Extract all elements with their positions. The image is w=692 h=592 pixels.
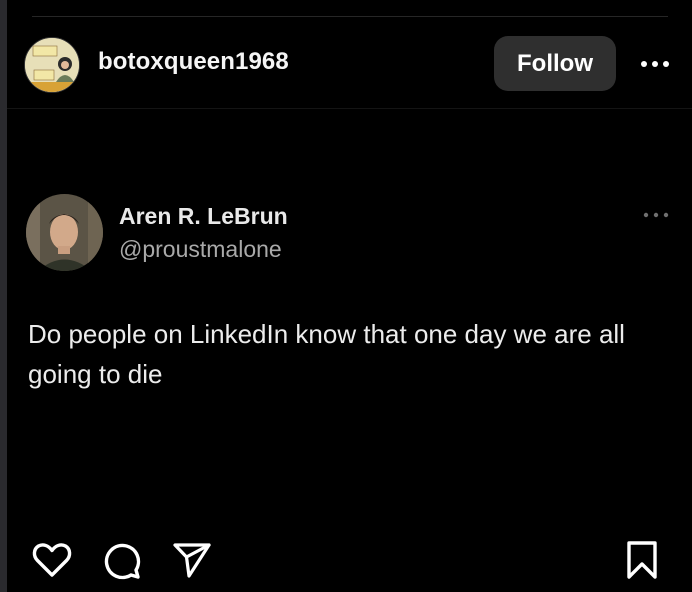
post-username[interactable]: botoxqueen1968 <box>98 48 289 76</box>
post-author-avatar[interactable] <box>24 37 80 93</box>
bookmark-icon[interactable] <box>622 540 662 580</box>
follow-button[interactable]: Follow <box>494 36 616 91</box>
more-options-icon[interactable] <box>638 52 672 76</box>
tweet-author-avatar <box>26 194 103 271</box>
tweet-more-icon <box>640 207 672 223</box>
top-divider <box>32 16 668 17</box>
left-window-edge <box>0 0 7 592</box>
send-icon[interactable] <box>172 540 212 580</box>
avatar-illustration <box>25 38 79 92</box>
tweet-author-handle: @proustmalone <box>119 236 282 262</box>
tweet-author-name: Aren R. LeBrun <box>119 203 288 229</box>
heart-icon[interactable] <box>32 540 72 580</box>
tweet-text: Do people on LinkedIn know that one day … <box>28 319 625 389</box>
comment-icon[interactable] <box>102 540 142 580</box>
header-divider <box>7 108 692 109</box>
